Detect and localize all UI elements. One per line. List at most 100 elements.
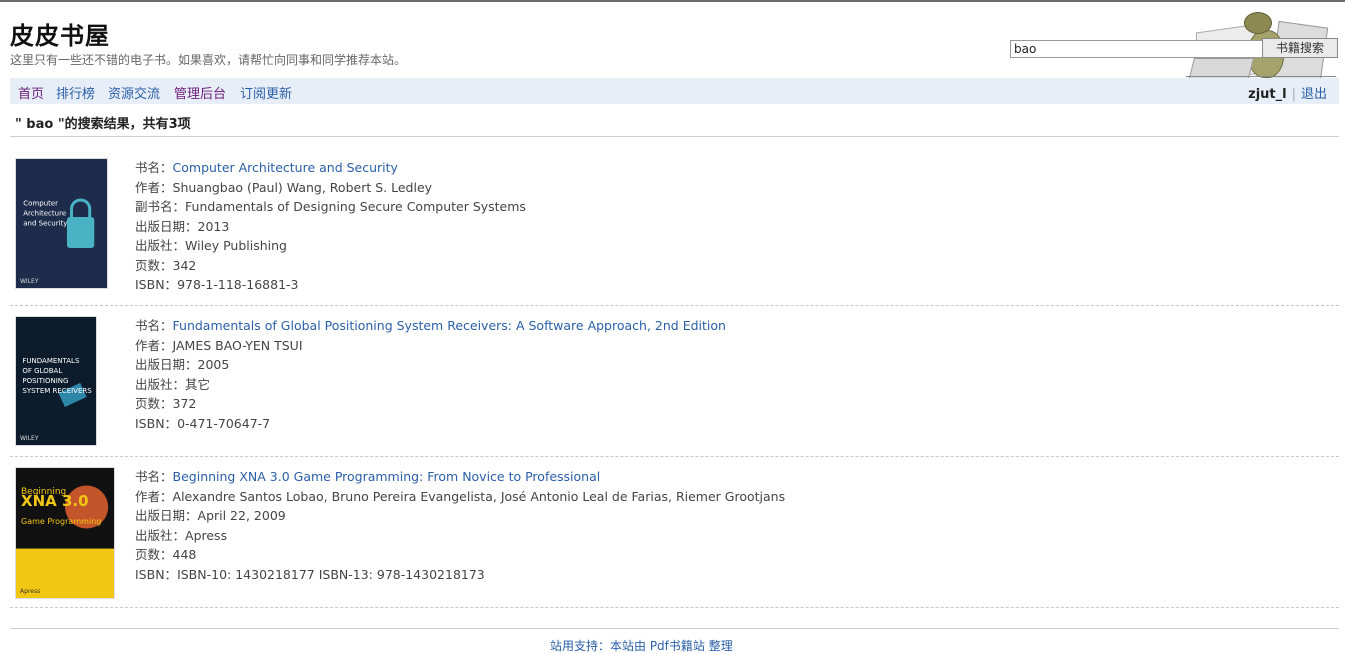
nav-bar: 首页 排行榜 资源交流 管理后台 订阅更新 zjut_l | 退出 (10, 78, 1339, 104)
field-value: Shuangbao (Paul) Wang, Robert S. Ledley (172, 179, 433, 195)
result-heading: " bao "的搜索结果，共有3项 (15, 117, 191, 132)
book-cover[interactable]: Beginning XNA 3.0 Game Programming Apress (15, 467, 115, 599)
logout-link[interactable]: 退出 (1301, 87, 1327, 102)
book-field: 出版日期：2005 (135, 355, 726, 375)
book-cover[interactable]: Computer Architecture and Security WILEY (15, 158, 108, 289)
book-field: 作者：JAMES BAO-YEN TSUI (135, 336, 726, 356)
book-field: 页数：448 (135, 545, 785, 565)
nav-item-home[interactable]: 首页 (18, 83, 44, 102)
bookworm-head (1244, 12, 1272, 34)
divider (10, 607, 1339, 608)
field-label: 出版日期： (135, 357, 198, 372)
field-value: 其它 (185, 376, 211, 392)
field-value: Alexandre Santos Lobao, Bruno Pereira Ev… (172, 488, 786, 504)
user-box: zjut_l | 退出 (1248, 83, 1327, 102)
field-value: April 22, 2009 (197, 508, 286, 523)
field-value: 978-1-118-16881-3 (177, 277, 299, 292)
field-label: 出版社： (135, 527, 186, 543)
nav-item-ranking[interactable]: 排行榜 (56, 83, 95, 102)
cover-title-text: XNA 3.0 (21, 492, 89, 510)
book-field: 书名：Beginning XNA 3.0 Game Programming: F… (135, 467, 785, 487)
field-label: 作者： (135, 179, 173, 195)
cover-publisher-text: WILEY (20, 435, 39, 442)
book-field: 出版社：Apress (135, 526, 785, 546)
top-border (0, 0, 1345, 2)
nav-item-subscribe[interactable]: 订阅更新 (240, 83, 292, 102)
book-cover-art: FUNDAMENTALS OF GLOBAL POSITIONING SYSTEM R… (16, 317, 96, 445)
site-subtitle: 这里只有一些还不错的电子书。如果喜欢，请帮忙向同事和同学推荐本站。 (10, 53, 407, 67)
field-value: 2005 (197, 357, 230, 372)
cover-publisher-text: Apress (20, 588, 40, 595)
book-title-link[interactable]: Computer Architecture and Security (173, 160, 398, 175)
book-field: 出版社：其它 (135, 375, 726, 395)
field-value: 0-471-70647-7 (177, 415, 271, 431)
divider (10, 136, 1339, 137)
field-label: 作者： (135, 337, 173, 353)
field-value: 372 (172, 396, 197, 411)
divider (10, 456, 1339, 457)
field-label: 书名： (135, 469, 173, 484)
field-label: ISBN： (135, 566, 178, 582)
divider (10, 305, 1339, 306)
cover-title-text: Computer (23, 199, 58, 207)
field-label: 出版社： (135, 376, 186, 392)
field-value: 342 (172, 257, 197, 273)
book-cover-art: BeginningXNA 3.0Game ProgrammingApress (16, 468, 114, 598)
site-title: 皮皮书屋 (10, 22, 110, 50)
book-field: 作者：Alexandre Santos Lobao, Bruno Pereira… (135, 487, 785, 507)
book-field: 书名：Fundamentals of Global Positioning Sy… (135, 316, 726, 336)
cover-title-text: FUNDAMENTALS (22, 357, 80, 365)
field-label: 书名： (135, 160, 173, 175)
field-label: 书名： (135, 318, 173, 333)
book-field: ISBN：978-1-118-16881-3 (135, 275, 526, 295)
field-label: 页数： (135, 547, 173, 562)
nav-item-exchange[interactable]: 资源交流 (108, 83, 160, 102)
book-field: 页数：342 (135, 256, 526, 276)
book-field: 出版日期：2013 (135, 217, 526, 237)
field-label: 副书名： (135, 199, 186, 214)
search-button[interactable]: 书籍搜索 (1262, 38, 1338, 58)
book-field: 作者：Shuangbao (Paul) Wang, Robert S. Ledl… (135, 178, 526, 198)
nav-item-admin[interactable]: 管理后台 (174, 83, 226, 102)
field-label: 出版社： (135, 238, 186, 253)
book-field: 副书名：Fundamentals of Designing Secure Com… (135, 197, 526, 217)
field-label: 页数： (135, 396, 173, 411)
cover-title-text: SYSTEM RECEIVERS (22, 387, 92, 395)
search-input[interactable] (1010, 40, 1266, 58)
book-title-link[interactable]: Beginning XNA 3.0 Game Programming: From… (173, 469, 601, 484)
book-field: 页数：372 (135, 394, 726, 414)
field-label: ISBN： (135, 415, 178, 431)
field-label: 出版日期： (135, 218, 198, 234)
field-value: ISBN-10: 1430218177 ISBN-13: 978-1430218… (177, 566, 485, 582)
user-separator: | (1291, 87, 1296, 102)
cover-publisher-text: WILEY (20, 278, 39, 285)
cover-title-text: and Security (23, 219, 67, 227)
book-fields: 书名：Fundamentals of Global Positioning Sy… (135, 316, 726, 433)
cover-title-text: Architecture (23, 209, 66, 217)
illustration-line (1186, 76, 1336, 77)
username[interactable]: zjut_l (1248, 87, 1286, 102)
book-field: ISBN：0-471-70647-7 (135, 414, 726, 434)
book-cover[interactable]: FUNDAMENTALS OF GLOBAL POSITIONING SYSTEM R… (15, 316, 97, 446)
book-title-link[interactable]: Fundamentals of Global Positioning Syste… (173, 318, 726, 333)
cover-title-text: Game Programming (21, 517, 101, 526)
field-value: JAMES BAO-YEN TSUI (172, 337, 303, 353)
book-field: 出版社：Wiley Publishing (135, 236, 526, 256)
book-field: 出版日期：April 22, 2009 (135, 506, 785, 526)
field-value: 2013 (197, 218, 230, 234)
field-value: Apress (185, 527, 228, 543)
padlock-icon (66, 217, 95, 249)
field-label: 作者： (135, 488, 173, 504)
cover-title-text: OF GLOBAL (22, 367, 62, 375)
field-label: ISBN： (135, 277, 178, 292)
field-label: 出版日期： (135, 508, 198, 523)
cover-title-text: POSITIONING (22, 377, 68, 385)
field-label: 页数： (135, 257, 173, 273)
book-cover-art: Computer Architecture and Security WILEY (16, 159, 107, 288)
book-fields: 书名：Beginning XNA 3.0 Game Programming: F… (135, 467, 785, 584)
footer-text[interactable]: 站用支持：本站由 Pdf书籍站 整理 (550, 637, 733, 654)
book-field: 书名：Computer Architecture and Security (135, 158, 526, 178)
field-value: Fundamentals of Designing Secure Compute… (185, 199, 526, 214)
divider (10, 628, 1339, 629)
book-fields: 书名：Computer Architecture and Security 作者：… (135, 158, 526, 295)
